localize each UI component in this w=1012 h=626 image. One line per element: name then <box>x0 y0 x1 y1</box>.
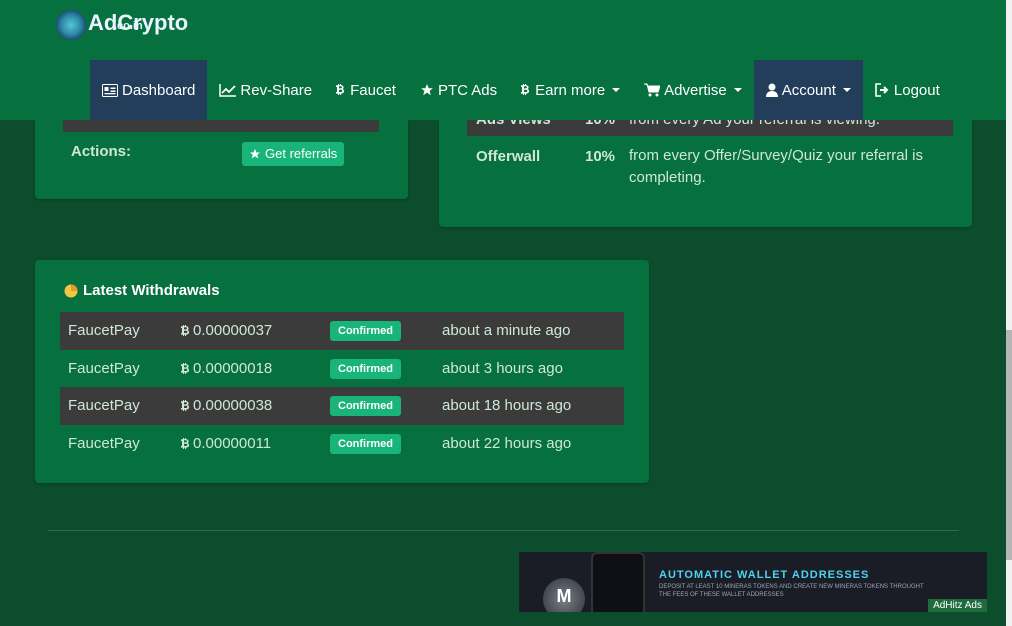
main-nav: Dashboard Rev-Share Faucet PTC Ads Earn … <box>90 60 952 120</box>
nav-ptc-ads[interactable]: PTC Ads <box>408 60 509 120</box>
pie-chart-icon <box>64 284 78 298</box>
nav-advertise-label: Advertise <box>664 81 727 99</box>
withdrawal-time: about 3 hours ago <box>442 360 563 377</box>
nav-earn-more-label: Earn more <box>535 81 606 99</box>
table-row: FaucetPay 0.00000038 Confirmed about 18 … <box>60 387 624 425</box>
withdrawal-amount-value: 0.00000018 <box>193 360 273 377</box>
withdrawal-method: FaucetPay <box>68 360 140 377</box>
nav-rev-share-label: Rev-Share <box>240 81 313 99</box>
footer-divider <box>48 530 959 531</box>
table-row: FaucetPay 0.00000037 Confirmed about a m… <box>60 312 624 350</box>
bitcoin-icon <box>336 83 346 97</box>
nav-dashboard-label: Dashboard <box>122 81 196 99</box>
table-row: FaucetPay 0.00000018 Confirmed about 3 h… <box>60 350 624 388</box>
withdrawal-amount: 0.00000038 <box>181 397 272 414</box>
get-referrals-label: Get referrals <box>265 146 338 161</box>
logo-icon <box>56 10 86 40</box>
actions-label: Actions: <box>71 143 131 160</box>
nav-advertise[interactable]: Advertise <box>632 60 754 120</box>
bitcoin-icon <box>181 399 191 413</box>
withdrawal-amount-value: 0.00000038 <box>193 397 273 414</box>
cart-icon <box>644 83 661 97</box>
coin-letter: M <box>556 586 572 606</box>
line-chart-icon <box>219 83 237 97</box>
status-badge: Confirmed <box>330 321 401 341</box>
nav-ptc-ads-label: PTC Ads <box>437 81 498 99</box>
nav-faucet-label: Faucet <box>350 81 396 99</box>
withdrawal-method: FaucetPay <box>68 322 140 339</box>
nav-logout[interactable]: Logout <box>863 60 952 120</box>
caret-down-icon <box>733 88 742 92</box>
bitcoin-icon <box>181 324 191 338</box>
bitcoin-icon <box>181 437 191 451</box>
nav-rev-share[interactable]: Rev-Share <box>207 60 324 120</box>
withdrawal-method: FaucetPay <box>68 435 140 452</box>
withdrawal-amount: 0.00000018 <box>181 360 272 377</box>
bitcoin-icon <box>521 83 531 97</box>
ad-subtitle: DEPOSIT AT LEAST 10 MINERAS TOKENS AND C… <box>659 584 924 598</box>
sign-out-icon <box>875 83 890 97</box>
phone-icon <box>591 552 645 612</box>
caret-down-icon <box>612 88 621 92</box>
withdrawals-title-text: Latest Withdrawals <box>83 282 220 299</box>
ad-banner[interactable]: M AUTOMATIC WALLET ADDRESSES DEPOSIT AT … <box>519 552 987 612</box>
nav-faucet[interactable]: Faucet <box>324 60 408 120</box>
star-icon <box>249 148 261 160</box>
caret-down-icon <box>842 88 851 92</box>
withdrawal-time: about 18 hours ago <box>442 397 572 414</box>
revshare-percent: 10% <box>585 148 616 165</box>
withdrawal-amount: 0.00000011 <box>181 435 271 452</box>
revshare-name: Offerwall <box>476 148 541 165</box>
withdrawal-time: about a minute ago <box>442 322 571 339</box>
withdrawal-amount-value: 0.00000011 <box>193 435 272 452</box>
withdrawals-title: Latest Withdrawals <box>64 282 220 299</box>
user-icon <box>765 83 778 97</box>
status-badge: Confirmed <box>330 434 401 454</box>
status-badge: Confirmed <box>330 396 401 416</box>
nav-logout-label: Logout <box>893 81 940 99</box>
revshare-description: from every Offer/Survey/Quiz your referr… <box>629 147 923 186</box>
nav-earn-more[interactable]: Earn more <box>509 60 632 120</box>
get-referrals-button[interactable]: Get referrals <box>242 142 345 166</box>
nav-account-label: Account <box>781 81 836 99</box>
table-row: FaucetPay 0.00000011 Confirmed about 22 … <box>60 425 624 463</box>
scrollbar-thumb[interactable] <box>1006 330 1012 560</box>
logo-domain: .co.in <box>114 20 143 32</box>
withdrawal-amount: 0.00000037 <box>181 322 272 339</box>
withdrawal-method: FaucetPay <box>68 397 140 414</box>
ad-badge[interactable]: AdHitz Ads <box>928 599 987 612</box>
withdrawal-time: about 22 hours ago <box>442 435 572 452</box>
nav-account[interactable]: Account <box>753 60 863 120</box>
bitcoin-icon <box>181 362 191 376</box>
star-icon <box>420 83 434 97</box>
id-card-icon <box>102 83 118 97</box>
nav-dashboard[interactable]: Dashboard <box>90 60 208 120</box>
withdrawal-amount-value: 0.00000037 <box>193 322 273 339</box>
ad-title: AUTOMATIC WALLET ADDRESSES <box>659 569 870 581</box>
status-badge: Confirmed <box>330 359 401 379</box>
top-navbar: AdCrypto .co.in Dashboard Rev-Share Fauc… <box>0 0 1006 120</box>
